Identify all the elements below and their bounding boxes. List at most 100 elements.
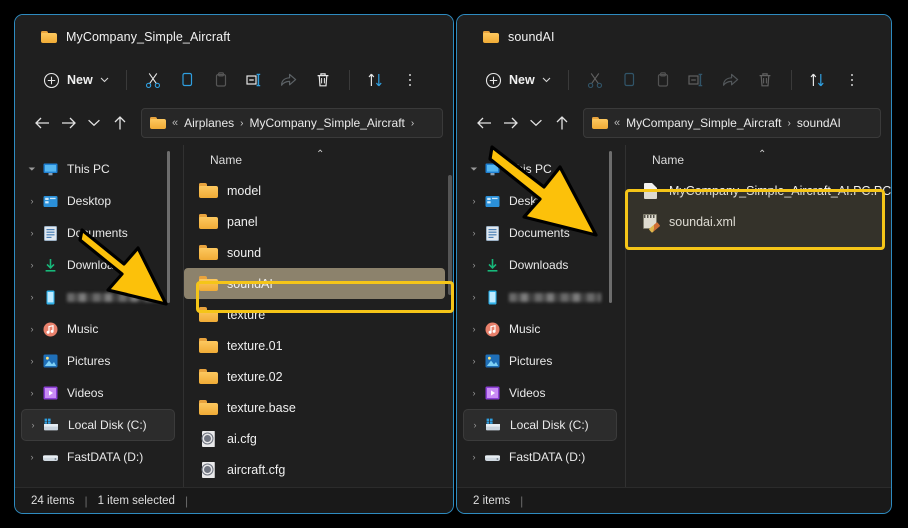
sidebar-item-redacted[interactable]: › <box>463 281 617 313</box>
up-button[interactable] <box>107 110 133 136</box>
forward-button[interactable] <box>497 110 523 136</box>
new-button[interactable]: New <box>37 67 117 94</box>
desktop-icon <box>41 193 59 209</box>
sidebar-item-this-pc[interactable]: ⏷ This PC <box>21 153 175 185</box>
sidebar-item-pictures[interactable]: › Pictures <box>463 345 617 377</box>
overflow-button[interactable]: ⋯ <box>835 65 869 95</box>
sidebar-item-music[interactable]: › Music <box>21 313 175 345</box>
table-row[interactable]: texture.01 <box>184 330 445 361</box>
content-area-right: ⏷ This PC › <box>457 145 891 487</box>
sidebar-item-desktop[interactable]: › Desktop <box>463 185 617 217</box>
explorer-window-right[interactable]: soundAI New <box>456 14 892 514</box>
up-button[interactable] <box>549 110 575 136</box>
breadcrumb-item[interactable]: soundAI <box>797 116 841 130</box>
table-row[interactable]: MyCompany_Simple_Aircraft_AI.PC.PCK <box>626 175 883 206</box>
videos-icon <box>41 385 59 401</box>
chevron-right-icon[interactable]: › <box>23 388 41 398</box>
table-row[interactable]: ai.cfg <box>184 423 445 454</box>
chevron-right-icon[interactable]: › <box>23 260 41 270</box>
sidebar-item-fastdata-d[interactable]: › FastDATA (D:) <box>21 441 175 473</box>
cut-button[interactable] <box>136 65 170 95</box>
share-icon <box>279 71 298 89</box>
chevron-right-icon[interactable]: › <box>465 452 483 462</box>
address-bar-left[interactable]: « Airplanes › MyCompany_Simple_Aircraft … <box>141 108 443 138</box>
recent-locations-button[interactable] <box>81 110 107 136</box>
chevron-right-icon[interactable]: › <box>466 420 484 430</box>
sidebar-item-documents[interactable]: › Documents <box>21 217 175 249</box>
breadcrumb-item[interactable]: Airplanes <box>184 116 234 130</box>
sidebar-item-this-pc[interactable]: ⏷ This PC <box>463 153 617 185</box>
chevron-right-icon[interactable]: › <box>465 324 483 334</box>
title-bar-left: MyCompany_Simple_Aircraft <box>15 15 453 59</box>
rename-button[interactable] <box>238 65 272 95</box>
column-header-row[interactable]: Name ⌃ <box>626 145 891 175</box>
chevron-right-icon[interactable]: › <box>24 420 42 430</box>
xml-file-icon <box>640 214 660 230</box>
chevron-right-icon[interactable]: › <box>465 388 483 398</box>
sidebar-item-videos[interactable]: › Videos <box>21 377 175 409</box>
chevron-right-icon[interactable]: › <box>465 356 483 366</box>
table-row[interactable]: soundai.xml <box>626 206 883 237</box>
sidebar-scrollbar[interactable] <box>167 151 170 303</box>
chevron-right-icon[interactable]: › <box>23 356 41 366</box>
chevron-right-icon[interactable]: › <box>23 324 41 334</box>
column-header-name[interactable]: Name <box>210 153 242 167</box>
explorer-window-left[interactable]: MyCompany_Simple_Aircraft New <box>14 14 454 514</box>
sidebar-item-local-disk-c[interactable]: › Local Disk (C:) <box>21 409 175 441</box>
sidebar-item-fastdata-d[interactable]: › FastDATA (D:) <box>463 441 617 473</box>
sidebar-item-pictures[interactable]: › Pictures <box>21 345 175 377</box>
chevron-right-icon[interactable]: › <box>465 228 483 238</box>
tab-left[interactable]: MyCompany_Simple_Aircraft <box>31 21 240 53</box>
file-list-scrollbar[interactable] <box>448 175 452 295</box>
table-row[interactable]: panel <box>184 206 445 237</box>
tab-title: MyCompany_Simple_Aircraft <box>66 30 230 44</box>
overflow-button[interactable]: ⋯ <box>393 65 427 95</box>
chevron-right-icon[interactable]: › <box>465 260 483 270</box>
breadcrumb-prefix[interactable]: « <box>172 117 178 129</box>
chevron-right-icon[interactable]: › <box>23 452 41 462</box>
column-header-row[interactable]: Name ⌃ <box>184 145 453 175</box>
sidebar-item-videos[interactable]: › Videos <box>463 377 617 409</box>
sidebar-item-downloads[interactable]: › Downloads <box>21 249 175 281</box>
sidebar-item-label: Pictures <box>67 354 110 368</box>
tab-right[interactable]: soundAI <box>473 21 565 53</box>
folder-icon <box>198 369 218 385</box>
chevron-right-icon[interactable]: › <box>23 292 41 302</box>
sort-button[interactable] <box>801 65 835 95</box>
table-row[interactable]: sound <box>184 237 445 268</box>
breadcrumb-item[interactable]: MyCompany_Simple_Aircraft <box>626 116 781 130</box>
copy-button[interactable] <box>170 65 204 95</box>
table-row[interactable]: model <box>184 175 445 206</box>
delete-button[interactable] <box>306 65 340 95</box>
table-row[interactable]: texture <box>184 299 445 330</box>
table-row[interactable]: texture.base <box>184 392 445 423</box>
address-row-left: « Airplanes › MyCompany_Simple_Aircraft … <box>15 101 453 145</box>
sidebar-item-desktop[interactable]: › Desktop <box>21 185 175 217</box>
new-button[interactable]: New <box>479 67 559 94</box>
sidebar-item-redacted[interactable]: › <box>21 281 175 313</box>
sort-button[interactable] <box>359 65 393 95</box>
chevron-down-icon[interactable]: ⏷ <box>465 164 483 175</box>
breadcrumb-prefix[interactable]: « <box>614 117 620 129</box>
table-row[interactable]: aircraft.cfg <box>184 454 445 485</box>
sidebar-item-music[interactable]: › Music <box>463 313 617 345</box>
table-row-selected[interactable]: soundAI <box>184 268 445 299</box>
back-button[interactable] <box>29 110 55 136</box>
column-header-name[interactable]: Name <box>652 153 684 167</box>
chevron-right-icon[interactable]: › <box>465 292 483 302</box>
chevron-down-icon[interactable]: ⏷ <box>23 164 41 175</box>
sidebar-item-downloads[interactable]: › Downloads <box>463 249 617 281</box>
recent-locations-button[interactable] <box>523 110 549 136</box>
chevron-right-icon[interactable]: › <box>23 196 41 206</box>
chevron-right-icon[interactable]: › <box>465 196 483 206</box>
breadcrumb-item[interactable]: MyCompany_Simple_Aircraft <box>250 116 405 130</box>
back-button[interactable] <box>471 110 497 136</box>
table-row[interactable]: texture.02 <box>184 361 445 392</box>
address-bar-right[interactable]: « MyCompany_Simple_Aircraft › soundAI <box>583 108 881 138</box>
forward-button[interactable] <box>55 110 81 136</box>
sidebar-item-documents[interactable]: › Documents <box>463 217 617 249</box>
music-icon <box>483 321 501 337</box>
sidebar-scrollbar[interactable] <box>609 151 612 303</box>
chevron-right-icon[interactable]: › <box>23 228 41 238</box>
sidebar-item-local-disk-c[interactable]: › Local Disk (C:) <box>463 409 617 441</box>
